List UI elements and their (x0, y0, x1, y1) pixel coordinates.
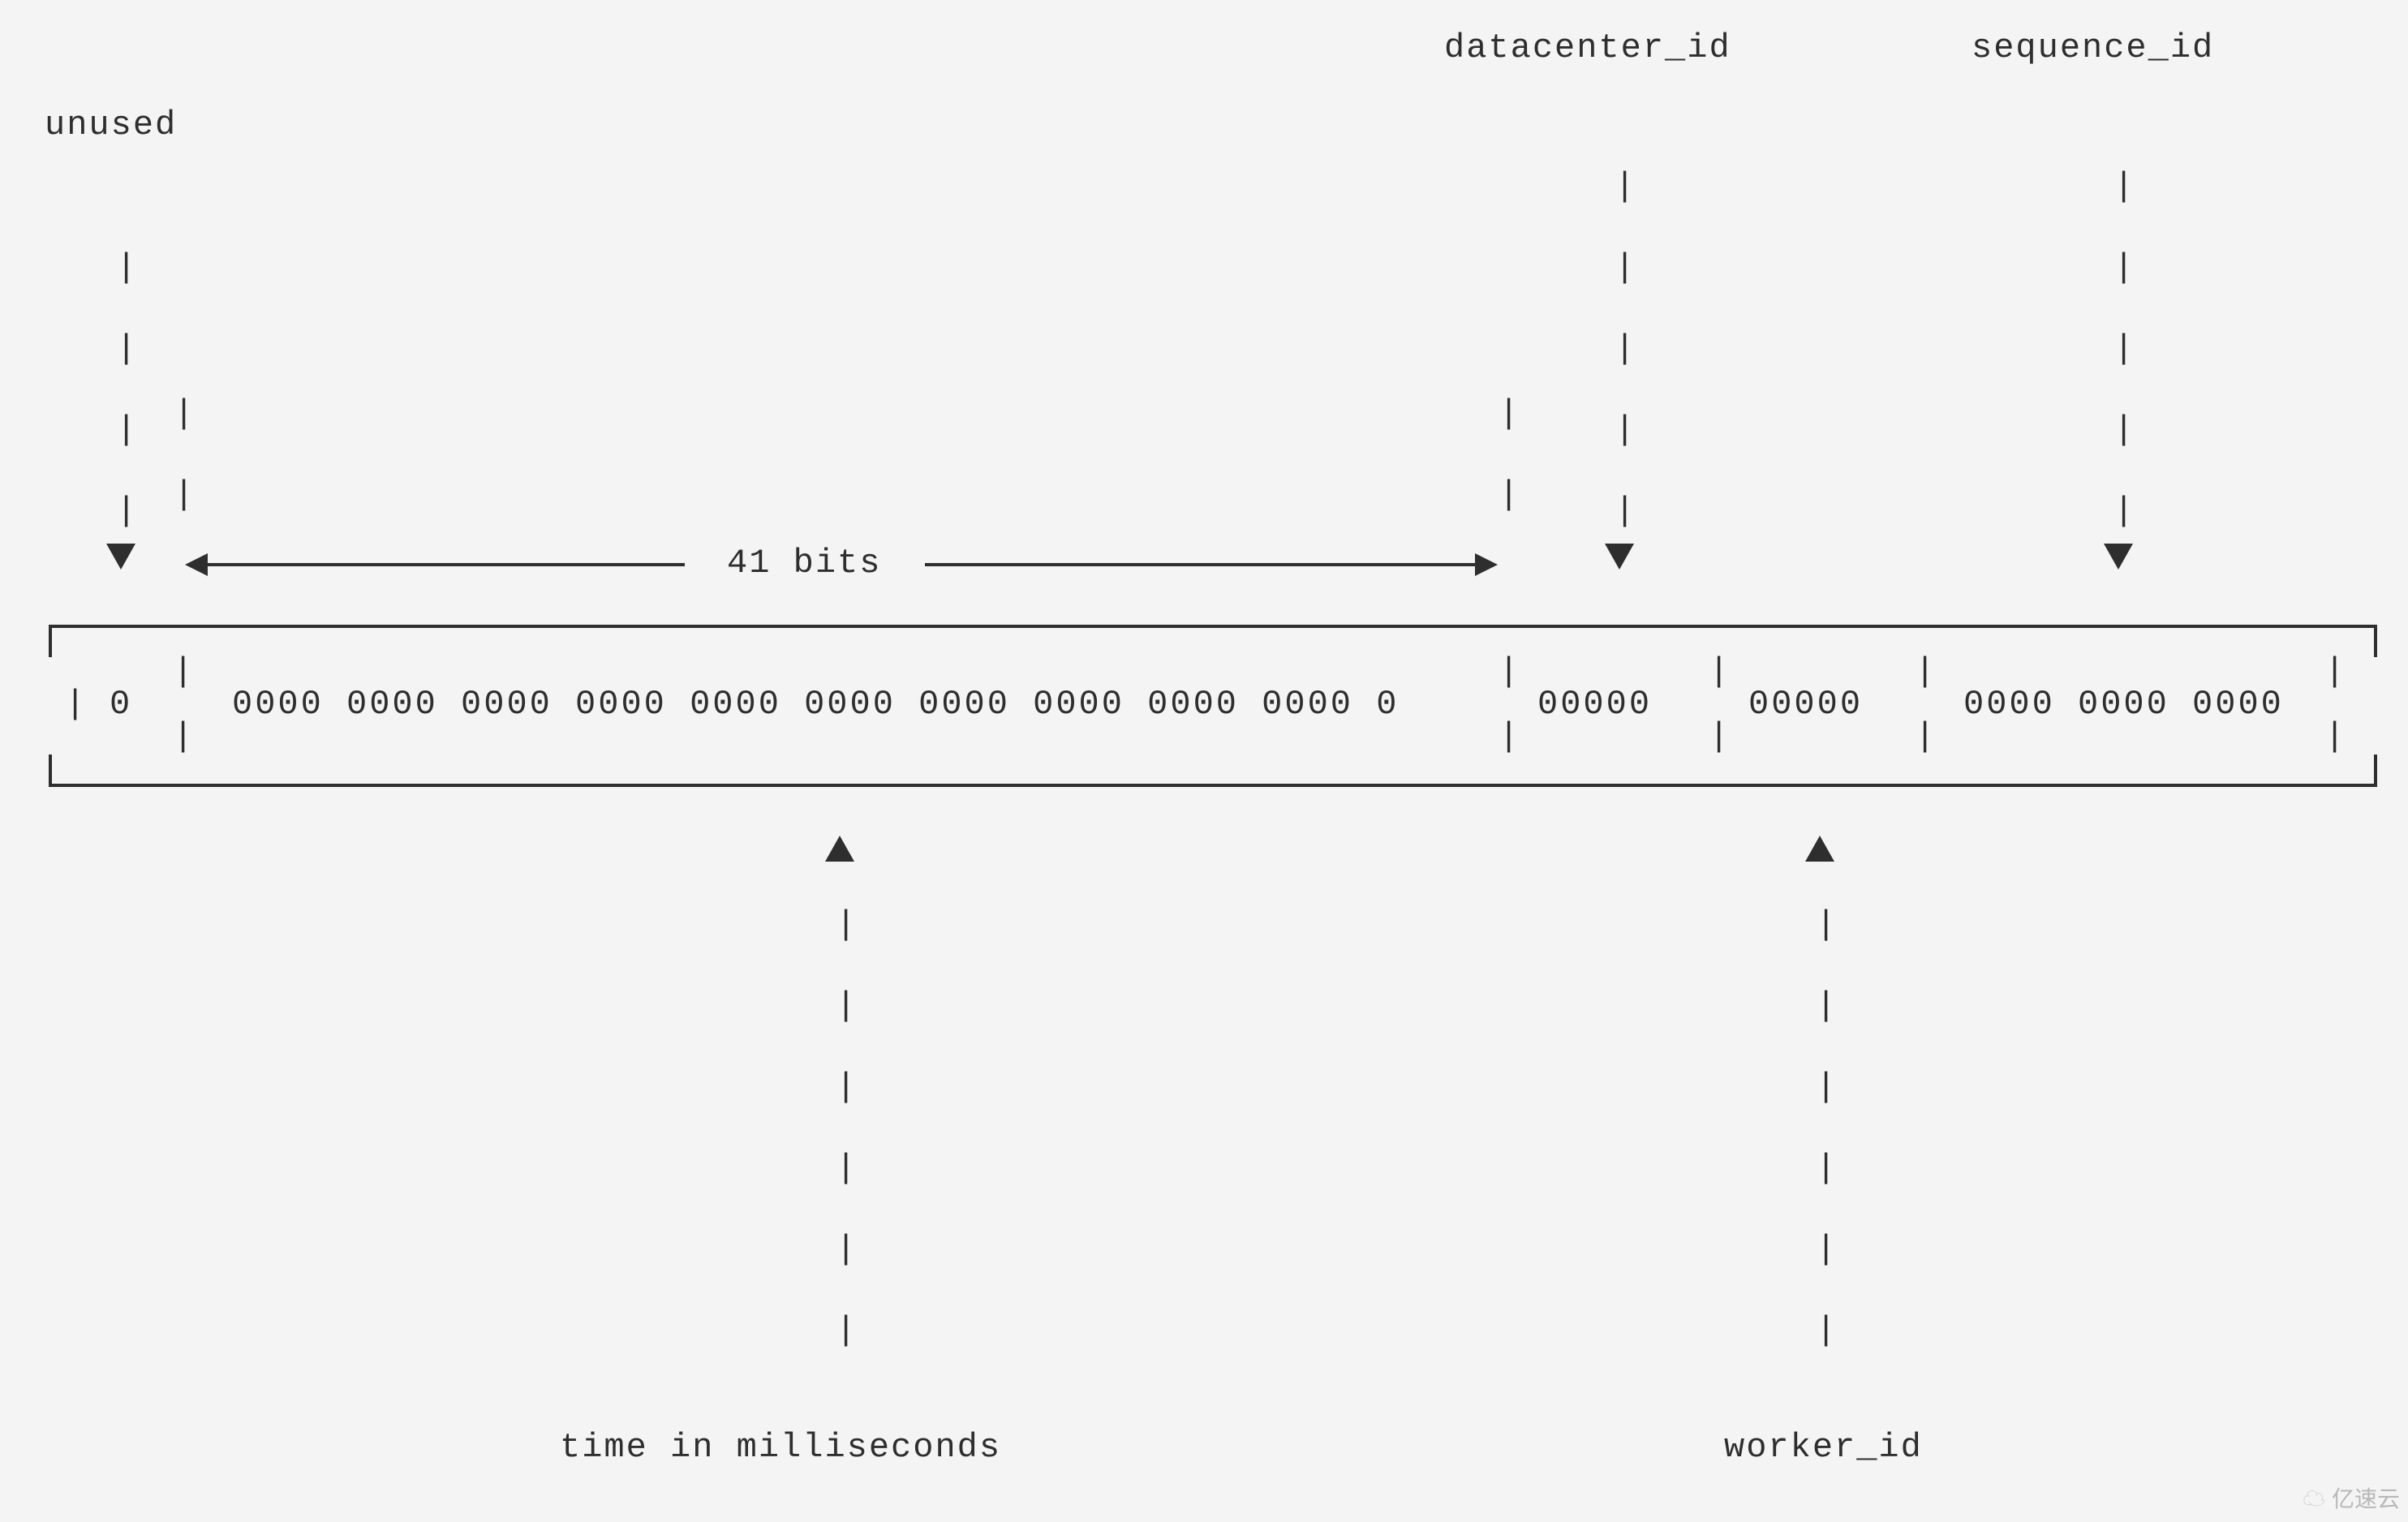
pointer-ts-right: | | (1499, 373, 1519, 535)
bit-table: | | | | | | | | | | | 0 0000 0000 0000 0… (49, 625, 2377, 787)
divider-icon: | (1499, 717, 1519, 756)
label-sequence-id: sequence_id (1972, 28, 2214, 67)
arrow-down-icon (2104, 544, 2133, 570)
arrow-down-icon (106, 544, 135, 570)
divider-icon: | (65, 685, 85, 724)
label-unused: unused (45, 105, 177, 144)
watermark: ☁ 亿速云 (2303, 1481, 2400, 1514)
arrow-down-icon (1605, 544, 1634, 570)
label-time-in-milliseconds: time in milliseconds (560, 1428, 1001, 1467)
pointer-datacenter: | | | | | (1615, 146, 1635, 552)
arrow-up-icon (1805, 836, 1834, 862)
arrow-right-icon (1475, 553, 1498, 576)
bits-cell-sequence: 0000 0000 0000 (1963, 685, 2284, 724)
arrow-up-icon (825, 836, 854, 862)
divider-icon: | (173, 652, 193, 691)
span-line-right (925, 563, 1477, 566)
label-41-bits: 41 bits (727, 544, 881, 583)
divider-icon: | (173, 717, 193, 756)
divider-icon: | (1915, 717, 1935, 756)
bits-cell-timestamp: 0000 0000 0000 0000 0000 0000 0000 0000 … (232, 685, 1399, 724)
pointer-worker: | | | | | | (1816, 884, 1836, 1371)
bits-cell-datacenter: 00000 (1537, 685, 1652, 724)
arrow-left-icon (185, 553, 208, 576)
pointer-ts-left: | | (174, 373, 194, 535)
divider-icon: | (2324, 652, 2345, 691)
bits-cell-worker: 00000 (1748, 685, 1863, 724)
divider-icon: | (1709, 652, 1729, 691)
divider-icon: | (2324, 717, 2345, 756)
label-datacenter-id: datacenter_id (1444, 28, 1731, 67)
divider-icon: | (1915, 652, 1935, 691)
snowflake-id-diagram: unused datacenter_id sequence_id time in… (0, 0, 2408, 1522)
divider-icon: | (1499, 652, 1519, 691)
pointer-sequence: | | | | | (2113, 146, 2134, 552)
span-line-left (206, 563, 685, 566)
pointer-time-ms: | | | | | | (836, 884, 856, 1371)
divider-icon: | (1709, 717, 1729, 756)
pointer-unused: | | | | (116, 227, 136, 552)
label-worker-id: worker_id (1724, 1428, 1923, 1467)
bits-cell-unused: 0 (110, 685, 132, 724)
